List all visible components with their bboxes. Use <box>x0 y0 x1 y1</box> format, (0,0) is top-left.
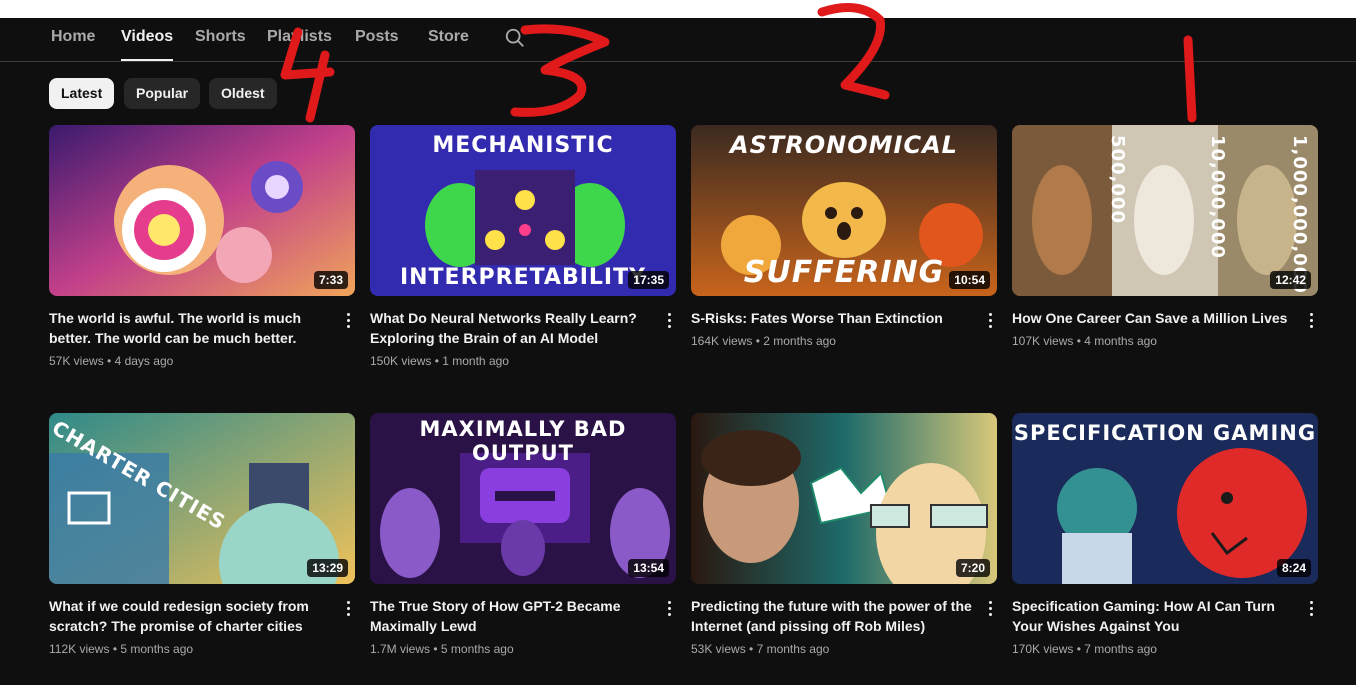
more-options-icon[interactable] <box>341 310 355 334</box>
more-options-icon[interactable] <box>1304 310 1318 334</box>
more-options-icon[interactable] <box>983 310 997 334</box>
thumbnail-text: MECHANISTIC <box>432 133 614 158</box>
video-thumbnail[interactable]: CHARTER CITIES 13:29 <box>49 413 355 584</box>
video-thumbnail[interactable]: 7:20 <box>691 413 997 584</box>
video-duration: 13:29 <box>307 559 348 577</box>
channel-tabs: Home Videos Shorts Playlists Posts Store <box>0 18 1356 62</box>
video-duration: 7:33 <box>313 271 348 289</box>
video-meta: 150K views • 1 month ago <box>370 354 509 368</box>
video-duration: 17:35 <box>628 271 669 289</box>
video-meta: 57K views • 4 days ago <box>49 354 174 368</box>
video-meta: 170K views • 7 months ago <box>1012 642 1157 656</box>
video-thumbnail[interactable]: 7:33 <box>49 125 355 296</box>
upload-age: 7 months ago <box>1084 642 1157 656</box>
more-options-icon[interactable] <box>341 598 355 622</box>
video-meta: 53K views • 7 months ago <box>691 642 830 656</box>
upload-age: 5 months ago <box>120 642 194 656</box>
more-options-icon[interactable] <box>662 310 676 334</box>
thumbnail-art <box>49 125 355 296</box>
video-title[interactable]: Predicting the future with the power of … <box>691 596 975 636</box>
video-card: CHARTER CITIES 13:29 What if we could re… <box>49 413 355 656</box>
video-meta: 164K views • 2 months ago <box>691 334 836 348</box>
video-duration: 12:42 <box>1270 271 1311 289</box>
video-title[interactable]: The world is awful. The world is much be… <box>49 308 333 348</box>
chip-latest[interactable]: Latest <box>49 78 115 109</box>
annotation-4-stem <box>305 50 330 123</box>
video-title[interactable]: Specification Gaming: How AI Can Turn Yo… <box>1012 596 1296 636</box>
view-count: 57K views <box>49 354 104 368</box>
video-thumbnail[interactable]: MAXIMALLY BAD OUTPUT 13:54 <box>370 413 676 584</box>
thumbnail-text: 10,000,000 <box>1207 135 1228 259</box>
more-options-icon[interactable] <box>662 598 676 622</box>
video-card: 500,000 10,000,000 1,000,000,000 12:42 H… <box>1012 125 1318 348</box>
video-thumbnail[interactable]: ASTRONOMICAL SUFFERING 10:54 <box>691 125 997 296</box>
video-card: MECHANISTIC INTERPRETABILITY 17:35 What … <box>370 125 676 368</box>
video-card: 7:33 The world is awful. The world is mu… <box>49 125 355 368</box>
video-card: 7:20 Predicting the future with the powe… <box>691 413 997 656</box>
upload-age: 4 days ago <box>114 354 174 368</box>
thumbnail-text: 500,000 <box>1107 135 1128 224</box>
more-options-icon[interactable] <box>983 598 997 622</box>
video-meta: 107K views • 4 months ago <box>1012 334 1157 348</box>
browser-top-strip <box>0 0 1356 18</box>
view-count: 164K views <box>691 334 753 348</box>
video-title[interactable]: How One Career Can Save a Million Lives <box>1012 308 1296 328</box>
thumbnail-text: MAXIMALLY BAD OUTPUT <box>419 417 627 465</box>
search-icon[interactable] <box>504 27 526 49</box>
video-thumbnail[interactable]: 500,000 10,000,000 1,000,000,000 12:42 <box>1012 125 1318 296</box>
more-options-icon[interactable] <box>1304 598 1318 622</box>
video-card: SPECIFICATION GAMING 8:24 Specification … <box>1012 413 1318 656</box>
tab-playlists[interactable]: Playlists <box>267 18 332 61</box>
upload-age: 2 months ago <box>763 334 836 348</box>
thumbnail-art <box>691 413 997 584</box>
video-duration: 10:54 <box>949 271 990 289</box>
chip-popular[interactable]: Popular <box>124 78 201 109</box>
tab-videos[interactable]: Videos <box>121 18 174 61</box>
thumbnail-text: 1,000,000,000 <box>1289 135 1310 294</box>
tab-home[interactable]: Home <box>51 18 95 61</box>
upload-age: 1 month ago <box>442 354 509 368</box>
chip-oldest[interactable]: Oldest <box>209 78 277 109</box>
video-title[interactable]: What if we could redesign society from s… <box>49 596 333 636</box>
video-meta: 112K views • 5 months ago <box>49 642 194 656</box>
upload-age: 5 months ago <box>440 642 514 656</box>
video-meta: 1.7M views • 5 months ago <box>370 642 514 656</box>
video-card: ASTRONOMICAL SUFFERING 10:54 S-Risks: Fa… <box>691 125 997 348</box>
view-count: 1.7M views <box>370 642 431 656</box>
upload-age: 7 months ago <box>756 642 830 656</box>
view-count: 150K views <box>370 354 432 368</box>
video-card: MAXIMALLY BAD OUTPUT 13:54 The True Stor… <box>370 413 676 656</box>
video-thumbnail[interactable]: SPECIFICATION GAMING 8:24 <box>1012 413 1318 584</box>
tab-shorts[interactable]: Shorts <box>195 18 246 61</box>
video-title[interactable]: The True Story of How GPT-2 Became Maxim… <box>370 596 654 636</box>
thumbnail-text: SPECIFICATION GAMING <box>1013 421 1317 445</box>
view-count: 107K views <box>1012 334 1074 348</box>
tab-store[interactable]: Store <box>428 18 469 61</box>
tab-posts[interactable]: Posts <box>355 18 399 61</box>
view-count: 112K views <box>49 642 110 656</box>
upload-age: 4 months ago <box>1084 334 1157 348</box>
video-thumbnail[interactable]: MECHANISTIC INTERPRETABILITY 17:35 <box>370 125 676 296</box>
video-title[interactable]: S-Risks: Fates Worse Than Extinction <box>691 308 975 328</box>
video-duration: 7:20 <box>955 559 990 577</box>
view-count: 170K views <box>1012 642 1074 656</box>
view-count: 53K views <box>691 642 746 656</box>
thumbnail-text: ASTRONOMICAL <box>730 131 958 159</box>
video-duration: 8:24 <box>1276 559 1311 577</box>
video-title[interactable]: What Do Neural Networks Really Learn? Ex… <box>370 308 654 348</box>
video-duration: 13:54 <box>628 559 669 577</box>
